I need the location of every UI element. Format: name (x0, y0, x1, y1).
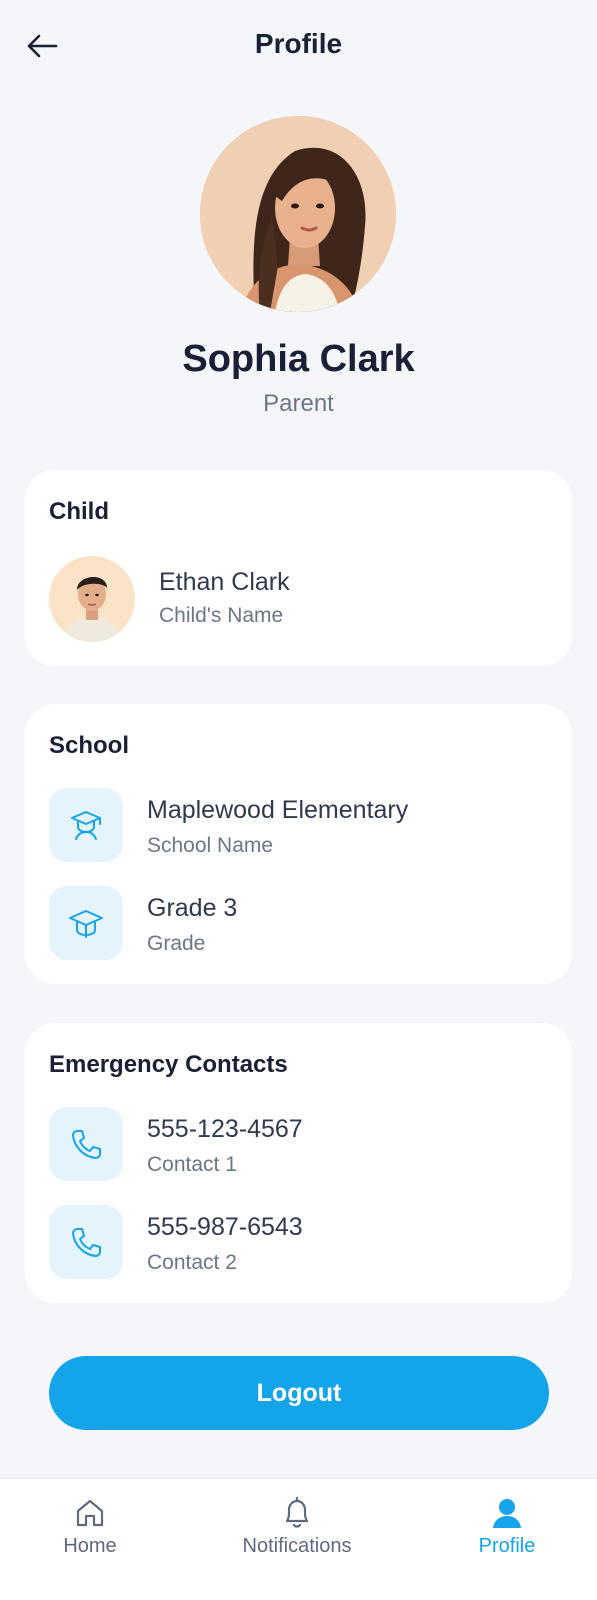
contact-1-number[interactable]: 555-123-4567 (147, 1115, 303, 1144)
phone-icon-box (49, 1107, 123, 1181)
emergency-contacts-title: Emergency Contacts (49, 1051, 288, 1078)
bell-icon (285, 1496, 309, 1528)
child-avatar (49, 556, 135, 642)
home-icon (76, 1499, 104, 1527)
school-card-title: School (49, 732, 130, 759)
school-name-row: Maplewood Elementary School Name (49, 788, 548, 862)
bottom-nav: Home Notifications Profile (0, 1478, 597, 1600)
grade-value: Grade 3 (147, 894, 238, 922)
contact-row-1[interactable]: 555-123-4567 Contact 1 (49, 1107, 548, 1181)
contact-2-label: Contact 2 (147, 1251, 237, 1274)
emergency-contacts-card: Emergency Contacts 555-123-4567 Contact … (25, 1023, 572, 1303)
nav-item-home[interactable]: Home (0, 1479, 180, 1600)
child-card: Child Ethan Clark Child's Name (25, 470, 572, 666)
nav-item-notifications[interactable]: Notifications (207, 1479, 387, 1600)
grade-row: Grade 3 Grade (49, 886, 548, 960)
page-title: Profile (254, 28, 343, 59)
child-name: Ethan Clark (159, 568, 290, 596)
graduation-cap-icon (69, 910, 103, 938)
school-icon (71, 811, 101, 840)
nav-label-profile: Profile (478, 1535, 536, 1557)
nav-label-home: Home (63, 1535, 117, 1557)
contact-row-2[interactable]: 555-987-6543 Contact 2 (49, 1205, 548, 1279)
grade-label: Grade (147, 932, 206, 955)
nav-item-profile[interactable]: Profile (417, 1479, 597, 1600)
header: Profile (0, 0, 597, 92)
profile-avatar (200, 116, 396, 312)
user-icon (493, 1499, 521, 1528)
nav-label-notifications: Notifications (242, 1535, 352, 1557)
school-icon-box (49, 788, 123, 862)
user-role: Parent (263, 390, 334, 417)
phone-icon-box (49, 1205, 123, 1279)
school-name-value: Maplewood Elementary (147, 796, 409, 824)
child-card-title: Child (49, 498, 109, 525)
logout-button[interactable]: Logout (49, 1356, 549, 1430)
phone-icon (72, 1130, 101, 1159)
school-card: School Maplewood Elementary School Name … (25, 704, 572, 984)
grade-icon-box (49, 886, 123, 960)
child-name-label: Child's Name (159, 604, 284, 627)
user-name: Sophia Clark (182, 338, 415, 380)
school-name-label: School Name (147, 834, 274, 857)
contact-1-label: Contact 1 (147, 1153, 237, 1176)
contact-2-number[interactable]: 555-987-6543 (147, 1213, 303, 1242)
phone-icon (72, 1228, 101, 1257)
